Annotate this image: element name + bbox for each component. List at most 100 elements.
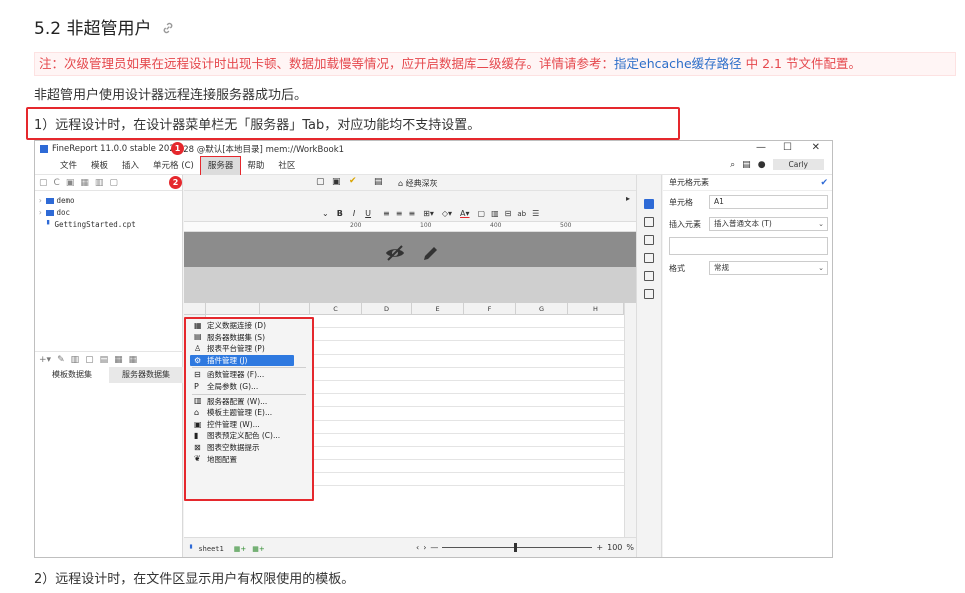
- menu-cell[interactable]: 单元格 (C): [146, 157, 201, 175]
- menu-file[interactable]: 文件: [53, 157, 84, 175]
- preview-icon[interactable]: ▤: [374, 177, 383, 187]
- scroll-right-icon[interactable]: ›: [423, 543, 426, 552]
- locate-icon[interactable]: ▢: [109, 178, 118, 188]
- tab-server-dataset[interactable]: 服务器数据集: [109, 367, 183, 383]
- text-icon[interactable]: ab: [517, 210, 526, 218]
- minimize-icon[interactable]: —: [756, 142, 766, 153]
- add-sheet-2-icon[interactable]: ▦+: [252, 545, 264, 553]
- ehcache-link[interactable]: 指定ehcache缓存路径: [614, 56, 742, 71]
- user-name[interactable]: Carly: [772, 159, 824, 170]
- zoom-slider[interactable]: [442, 543, 593, 552]
- server-menu-item[interactable]: ❦ 地图配置: [186, 454, 312, 466]
- style-select[interactable]: 常规 ⌄: [709, 261, 828, 275]
- zoom-slider-thumb[interactable]: [514, 543, 518, 552]
- column-h[interactable]: H: [568, 303, 624, 314]
- menu-help[interactable]: 帮助: [240, 157, 271, 175]
- maximize-icon[interactable]: ☐: [783, 142, 792, 153]
- column-e[interactable]: E: [412, 303, 464, 314]
- add-sheet-icon[interactable]: ▦+: [234, 545, 246, 553]
- cell-element-icon[interactable]: [644, 199, 654, 209]
- font-color-icon[interactable]: A▾: [460, 209, 470, 218]
- menu-server[interactable]: 服务器: [199, 155, 242, 176]
- server-menu-item[interactable]: ⌂ 模板主题管理 (E)...: [186, 407, 312, 419]
- pencil-icon[interactable]: [420, 244, 440, 264]
- sheet-tab[interactable]: ▘ sheet1: [184, 545, 224, 553]
- server-menu-item[interactable]: ▥ 服务器配置 (W)...: [186, 396, 312, 408]
- bold-button[interactable]: B: [337, 209, 343, 218]
- hyperlink-icon[interactable]: [644, 289, 654, 299]
- column-b[interactable]: [260, 303, 310, 314]
- menu-template[interactable]: 模板: [84, 157, 115, 175]
- italic-button[interactable]: I: [353, 209, 355, 218]
- zoom-value[interactable]: 100: [607, 543, 622, 552]
- bell-icon[interactable]: ●: [758, 160, 766, 170]
- content-field[interactable]: [669, 237, 828, 255]
- server-menu-item[interactable]: P 全局参数 (G)...: [186, 381, 312, 393]
- database-icon[interactable]: ▦: [114, 355, 123, 365]
- align-right-icon[interactable]: ≡: [408, 209, 415, 218]
- tree-item-gettingstarted[interactable]: ▘ GettingStarted.cpt: [35, 219, 182, 231]
- border-icon[interactable]: ⊞▾: [423, 209, 434, 218]
- split-icon[interactable]: ▥: [491, 209, 499, 218]
- align-center-icon[interactable]: ≡: [396, 209, 403, 218]
- widget-icon[interactable]: [644, 253, 654, 263]
- column-c[interactable]: C: [310, 303, 362, 314]
- server-menu-item[interactable]: ⚙ 插件管理 (J): [190, 354, 294, 367]
- server-icon[interactable]: ▦: [129, 355, 138, 365]
- float-element-icon[interactable]: [644, 235, 654, 245]
- template-theme-button[interactable]: ⌂ 经典深灰: [398, 178, 438, 189]
- preview-icon[interactable]: ▤: [100, 355, 109, 365]
- insert-select[interactable]: 插入普通文本 (T) ⌄: [709, 217, 828, 231]
- delete-icon[interactable]: ▥: [95, 178, 104, 188]
- eye-off-icon[interactable]: [384, 244, 406, 262]
- insert-label: 插入元素: [669, 219, 701, 229]
- rename-icon[interactable]: ▦: [80, 178, 89, 188]
- column-f[interactable]: F: [464, 303, 516, 314]
- document-icon[interactable]: ▤: [742, 160, 751, 170]
- link-icon[interactable]: [161, 20, 175, 34]
- trash-icon[interactable]: ▥: [71, 355, 80, 365]
- fill-color-icon[interactable]: ◇▾: [442, 209, 452, 218]
- align-left-icon[interactable]: ≡: [383, 209, 390, 218]
- merge-icon[interactable]: ▢: [478, 209, 486, 218]
- edit-icon[interactable]: ✎: [57, 355, 65, 365]
- copy-icon[interactable]: ▢: [85, 355, 94, 365]
- server-menu-item[interactable]: ⊠ 图表空数据提示: [186, 442, 312, 454]
- vertical-scrollbar[interactable]: [624, 303, 636, 539]
- server-menu-item[interactable]: ▮ 图表预定义配色 (C)...: [186, 430, 312, 442]
- apply-check-icon[interactable]: ✔: [820, 175, 828, 191]
- tree-item-demo[interactable]: › demo: [35, 195, 182, 207]
- add-icon[interactable]: +▾: [39, 355, 51, 365]
- tab-menu-icon[interactable]: ▸: [626, 194, 630, 203]
- search-icon[interactable]: ⌕: [730, 160, 735, 170]
- copy-format-icon[interactable]: ▣: [332, 177, 341, 187]
- server-menu-item[interactable]: ▣ 控件管理 (W)...: [186, 419, 312, 431]
- open-icon[interactable]: ▣: [66, 178, 75, 188]
- server-menu-item[interactable]: ⊟ 函数管理器 (F)...: [186, 369, 312, 381]
- column-d[interactable]: D: [362, 303, 412, 314]
- server-menu-item[interactable]: ▦ 定义数据连接 (D): [186, 320, 312, 332]
- column-g[interactable]: G: [516, 303, 568, 314]
- underline-button[interactable]: U: [365, 209, 371, 218]
- menu-community[interactable]: 社区: [271, 157, 302, 175]
- condition-icon[interactable]: [644, 271, 654, 281]
- zoom-in-button[interactable]: +: [596, 543, 603, 552]
- wrap-icon[interactable]: ⊟: [505, 209, 512, 218]
- format-painter-icon[interactable]: ✔: [349, 176, 357, 186]
- font-size-dropdown-icon[interactable]: ⌄: [322, 209, 329, 218]
- server-menu-item[interactable]: ♙ 报表平台管理 (P): [186, 343, 312, 355]
- scroll-left-icon[interactable]: ‹: [416, 543, 419, 552]
- tree-item-doc[interactable]: › doc: [35, 207, 182, 219]
- refresh-icon[interactable]: C: [54, 178, 60, 188]
- cell-attr-icon[interactable]: [644, 217, 654, 227]
- zoom-out-button[interactable]: —: [430, 543, 438, 552]
- more-format-icon[interactable]: ☰: [532, 209, 539, 218]
- menu-insert[interactable]: 插入: [115, 157, 146, 175]
- new-folder-icon[interactable]: ▢: [39, 178, 48, 188]
- server-menu-item[interactable]: ▤ 服务器数据集 (S): [186, 332, 312, 344]
- paste-icon[interactable]: ▢: [316, 177, 325, 187]
- column-a[interactable]: [206, 303, 260, 314]
- tab-template-dataset[interactable]: 模板数据集: [35, 367, 109, 383]
- cell-field[interactable]: A1: [709, 195, 828, 209]
- close-icon[interactable]: ✕: [812, 142, 820, 153]
